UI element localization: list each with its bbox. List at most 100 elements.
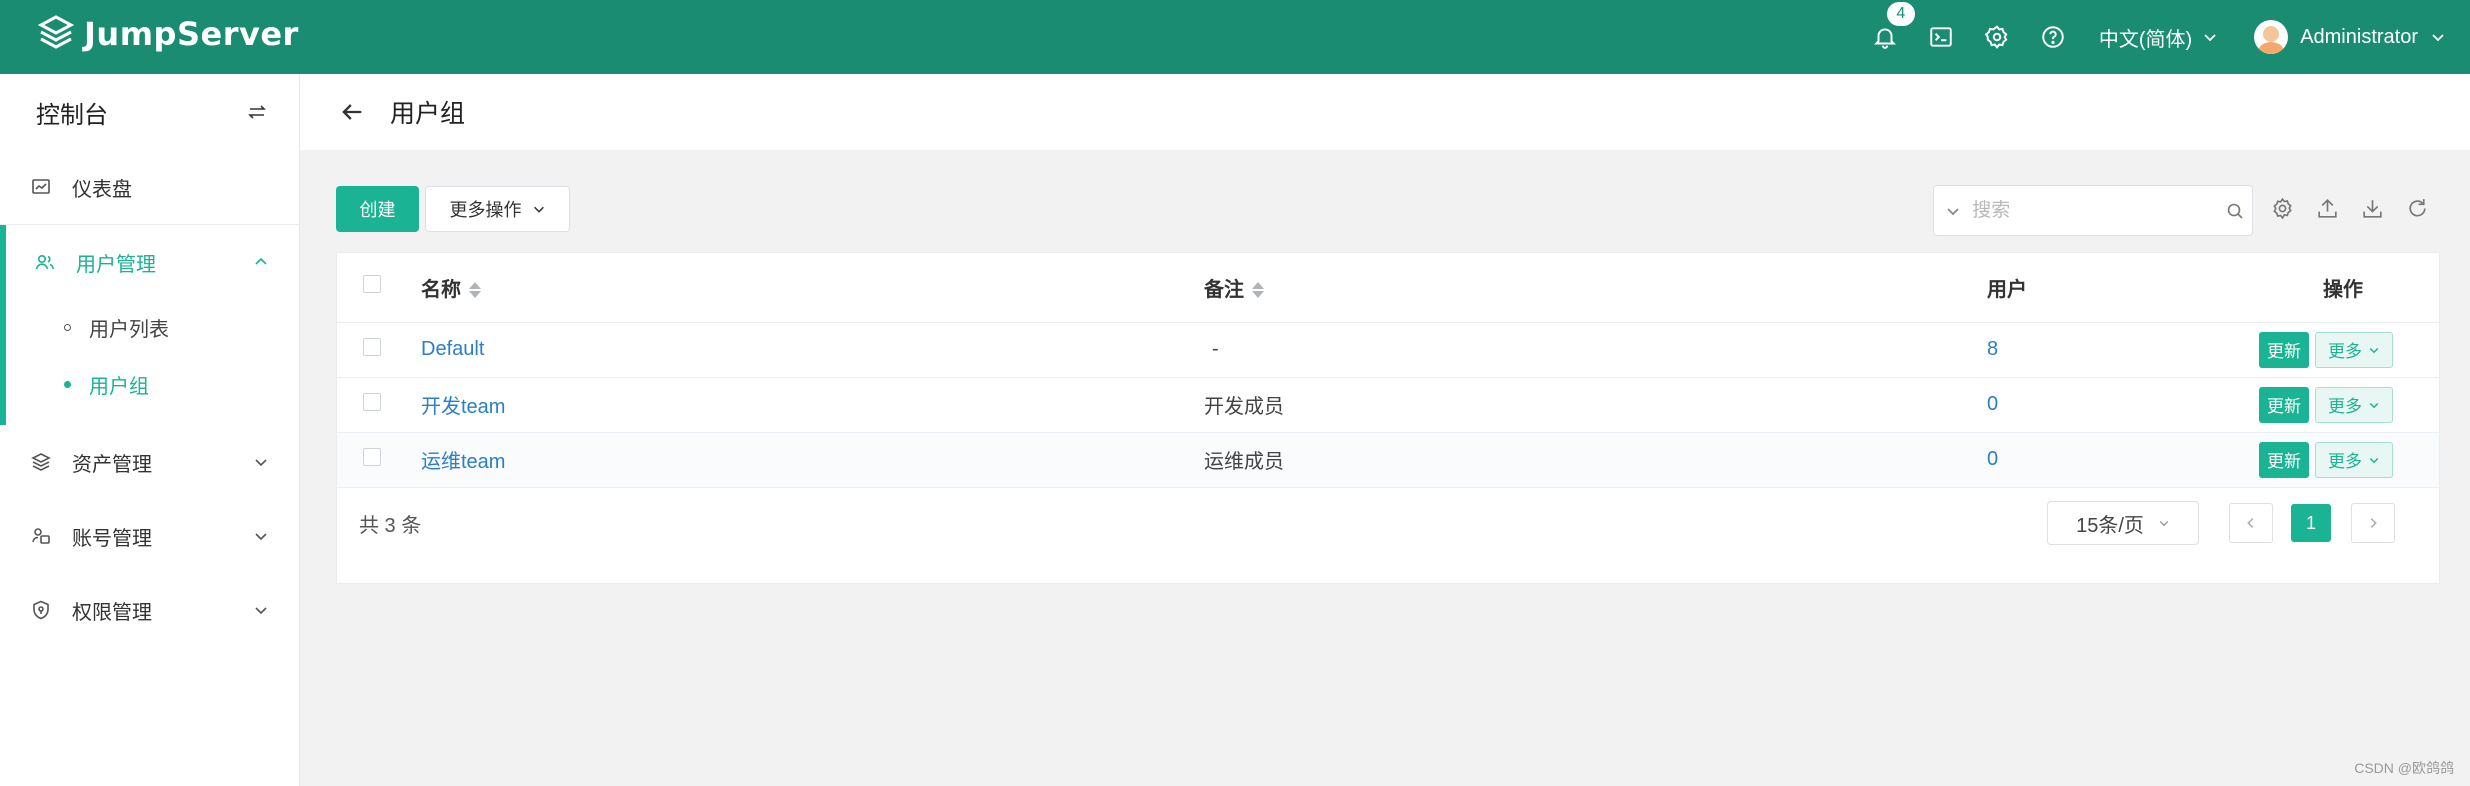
row-checkbox[interactable]	[363, 392, 381, 411]
sidebar-item-asset-management[interactable]: 资产管理	[0, 425, 299, 499]
search-box	[1933, 185, 2253, 236]
create-button[interactable]: 创建	[336, 186, 419, 232]
sidebar-item-account-management[interactable]: 账号管理	[0, 499, 299, 573]
chevron-left-icon	[2247, 518, 2254, 528]
sidebar-group-user-management: 用户管理 用户列表 用户组	[0, 225, 299, 425]
group-name-link[interactable]: 运维team	[421, 451, 505, 473]
page-header: 用户组	[300, 74, 2470, 150]
web-terminal-button[interactable]	[1913, 0, 1969, 74]
logo[interactable]: JumpServer	[36, 14, 299, 54]
prev-page-button[interactable]	[2229, 503, 2273, 543]
more-button[interactable]: 更多	[2315, 331, 2393, 368]
upload-icon[interactable]	[2315, 196, 2340, 221]
sidebar-header: 控制台	[0, 74, 299, 150]
table-tools	[2270, 196, 2430, 221]
sort-icon[interactable]	[1252, 281, 1264, 299]
dashboard-icon	[32, 179, 50, 194]
sidebar-item-user-management[interactable]: 用户管理	[6, 225, 299, 299]
chevron-down-icon	[2369, 347, 2379, 353]
chevron-down-icon	[2159, 521, 2169, 527]
note-cell: -	[1204, 322, 1987, 378]
update-button[interactable]: 更新	[2259, 386, 2309, 423]
more-actions-button[interactable]: 更多操作	[425, 186, 570, 232]
page-number-button[interactable]: 1	[2291, 504, 2331, 542]
sidebar-subitem-label: 用户列表	[89, 319, 169, 341]
language-selector[interactable]: 中文(简体)	[2081, 0, 2240, 74]
sidebar-item-permission-management[interactable]: 权限管理	[0, 573, 299, 647]
name-cell: Default	[421, 322, 1204, 378]
note-cell: 开发成员	[1204, 377, 1987, 433]
update-button[interactable]: 更新	[2259, 441, 2309, 478]
accounts-icon	[32, 528, 50, 544]
brand-name: JumpServer	[84, 15, 299, 53]
table-row: Default - 8 更新 更多	[337, 322, 2439, 378]
user-count-link[interactable]: 0	[1987, 448, 1998, 470]
users-cell: 0	[1987, 377, 2247, 433]
sidebar-item-label: 用户管理	[76, 253, 156, 276]
update-button[interactable]: 更新	[2259, 331, 2309, 368]
sidebar-item-label: 资产管理	[72, 453, 152, 476]
group-note: 开发成员	[1204, 396, 1284, 418]
sidebar-title: 控制台	[36, 101, 108, 129]
next-page-button[interactable]	[2351, 503, 2395, 543]
column-header-actions: 操作	[2247, 253, 2439, 323]
sidebar-item-label: 仪表盘	[72, 178, 132, 201]
row-checkbox[interactable]	[363, 447, 381, 466]
language-label: 中文(简体)	[2098, 28, 2193, 51]
top-bar: JumpServer 4 中文(简体) Administrator	[0, 0, 2470, 74]
back-arrow-icon[interactable]	[338, 98, 366, 126]
page-size-select[interactable]: 15条/页	[2047, 501, 2199, 545]
note-cell: 运维成员	[1204, 432, 1987, 488]
sidebar-item-label: 账号管理	[72, 527, 152, 550]
row-checkbox[interactable]	[363, 337, 381, 356]
download-icon[interactable]	[2360, 196, 2385, 221]
actions-cell: 更新 更多	[2247, 377, 2439, 433]
select-all-cell	[337, 253, 421, 323]
more-button[interactable]: 更多	[2315, 441, 2393, 478]
chevron-down-icon	[533, 206, 544, 213]
column-header-note[interactable]: 备注	[1204, 253, 1987, 323]
more-button[interactable]: 更多	[2315, 386, 2393, 423]
select-all-checkbox[interactable]	[363, 275, 381, 294]
column-header-name[interactable]: 名称	[421, 253, 1204, 323]
sidebar-item-dashboard[interactable]: 仪表盘	[0, 150, 299, 224]
more-label: 更多	[2328, 397, 2362, 416]
bullet-icon	[64, 381, 71, 388]
sort-icon[interactable]	[469, 281, 481, 299]
page-size-label: 15条/页	[2076, 514, 2144, 537]
sidebar: 控制台 仪表盘 用户管理 用户列表 用户组 资产管理 账号管理 权限管理	[0, 74, 300, 786]
user-menu[interactable]: Administrator	[2240, 0, 2446, 74]
more-actions-label: 更多操作	[449, 200, 522, 220]
search-icon[interactable]	[2217, 202, 2252, 220]
group-name-link[interactable]: 开发team	[421, 396, 505, 418]
notifications-button[interactable]: 4	[1857, 0, 1915, 74]
table-row: 运维team 运维成员 0 更新 更多	[337, 432, 2439, 488]
group-name-link[interactable]: Default	[421, 338, 484, 360]
sidebar-subitem-label: 用户组	[89, 376, 149, 398]
chevron-down-icon	[255, 533, 267, 541]
users-icon	[35, 255, 55, 270]
switch-view-icon[interactable]	[247, 102, 267, 122]
watermark: CSDN @欧鸽鸽	[2354, 760, 2454, 776]
sidebar-item-user-list[interactable]: 用户列表	[6, 299, 299, 356]
help-button[interactable]	[2025, 0, 2081, 74]
more-label: 更多	[2328, 452, 2362, 471]
terminal-icon	[1930, 27, 1952, 47]
settings-button[interactable]	[1969, 0, 2025, 74]
users-cell: 0	[1987, 432, 2247, 488]
bullet-icon	[64, 324, 71, 331]
sidebar-item-user-groups[interactable]: 用户组	[6, 356, 299, 413]
table-settings-icon[interactable]	[2270, 196, 2295, 221]
user-count-link[interactable]: 0	[1987, 393, 1998, 415]
chevron-down-icon	[1947, 207, 1959, 215]
chevron-up-icon	[255, 257, 267, 265]
actions-cell: 更新 更多	[2247, 322, 2439, 378]
bell-icon	[1873, 28, 1896, 49]
refresh-icon[interactable]	[2405, 196, 2430, 221]
page-title: 用户组	[390, 100, 466, 128]
user-count-link[interactable]: 8	[1987, 338, 1998, 360]
search-input[interactable]	[1972, 199, 2218, 222]
row-select-cell	[337, 432, 421, 488]
notification-badge: 4	[1886, 2, 1915, 26]
search-filter-dropdown[interactable]	[1934, 203, 1972, 219]
